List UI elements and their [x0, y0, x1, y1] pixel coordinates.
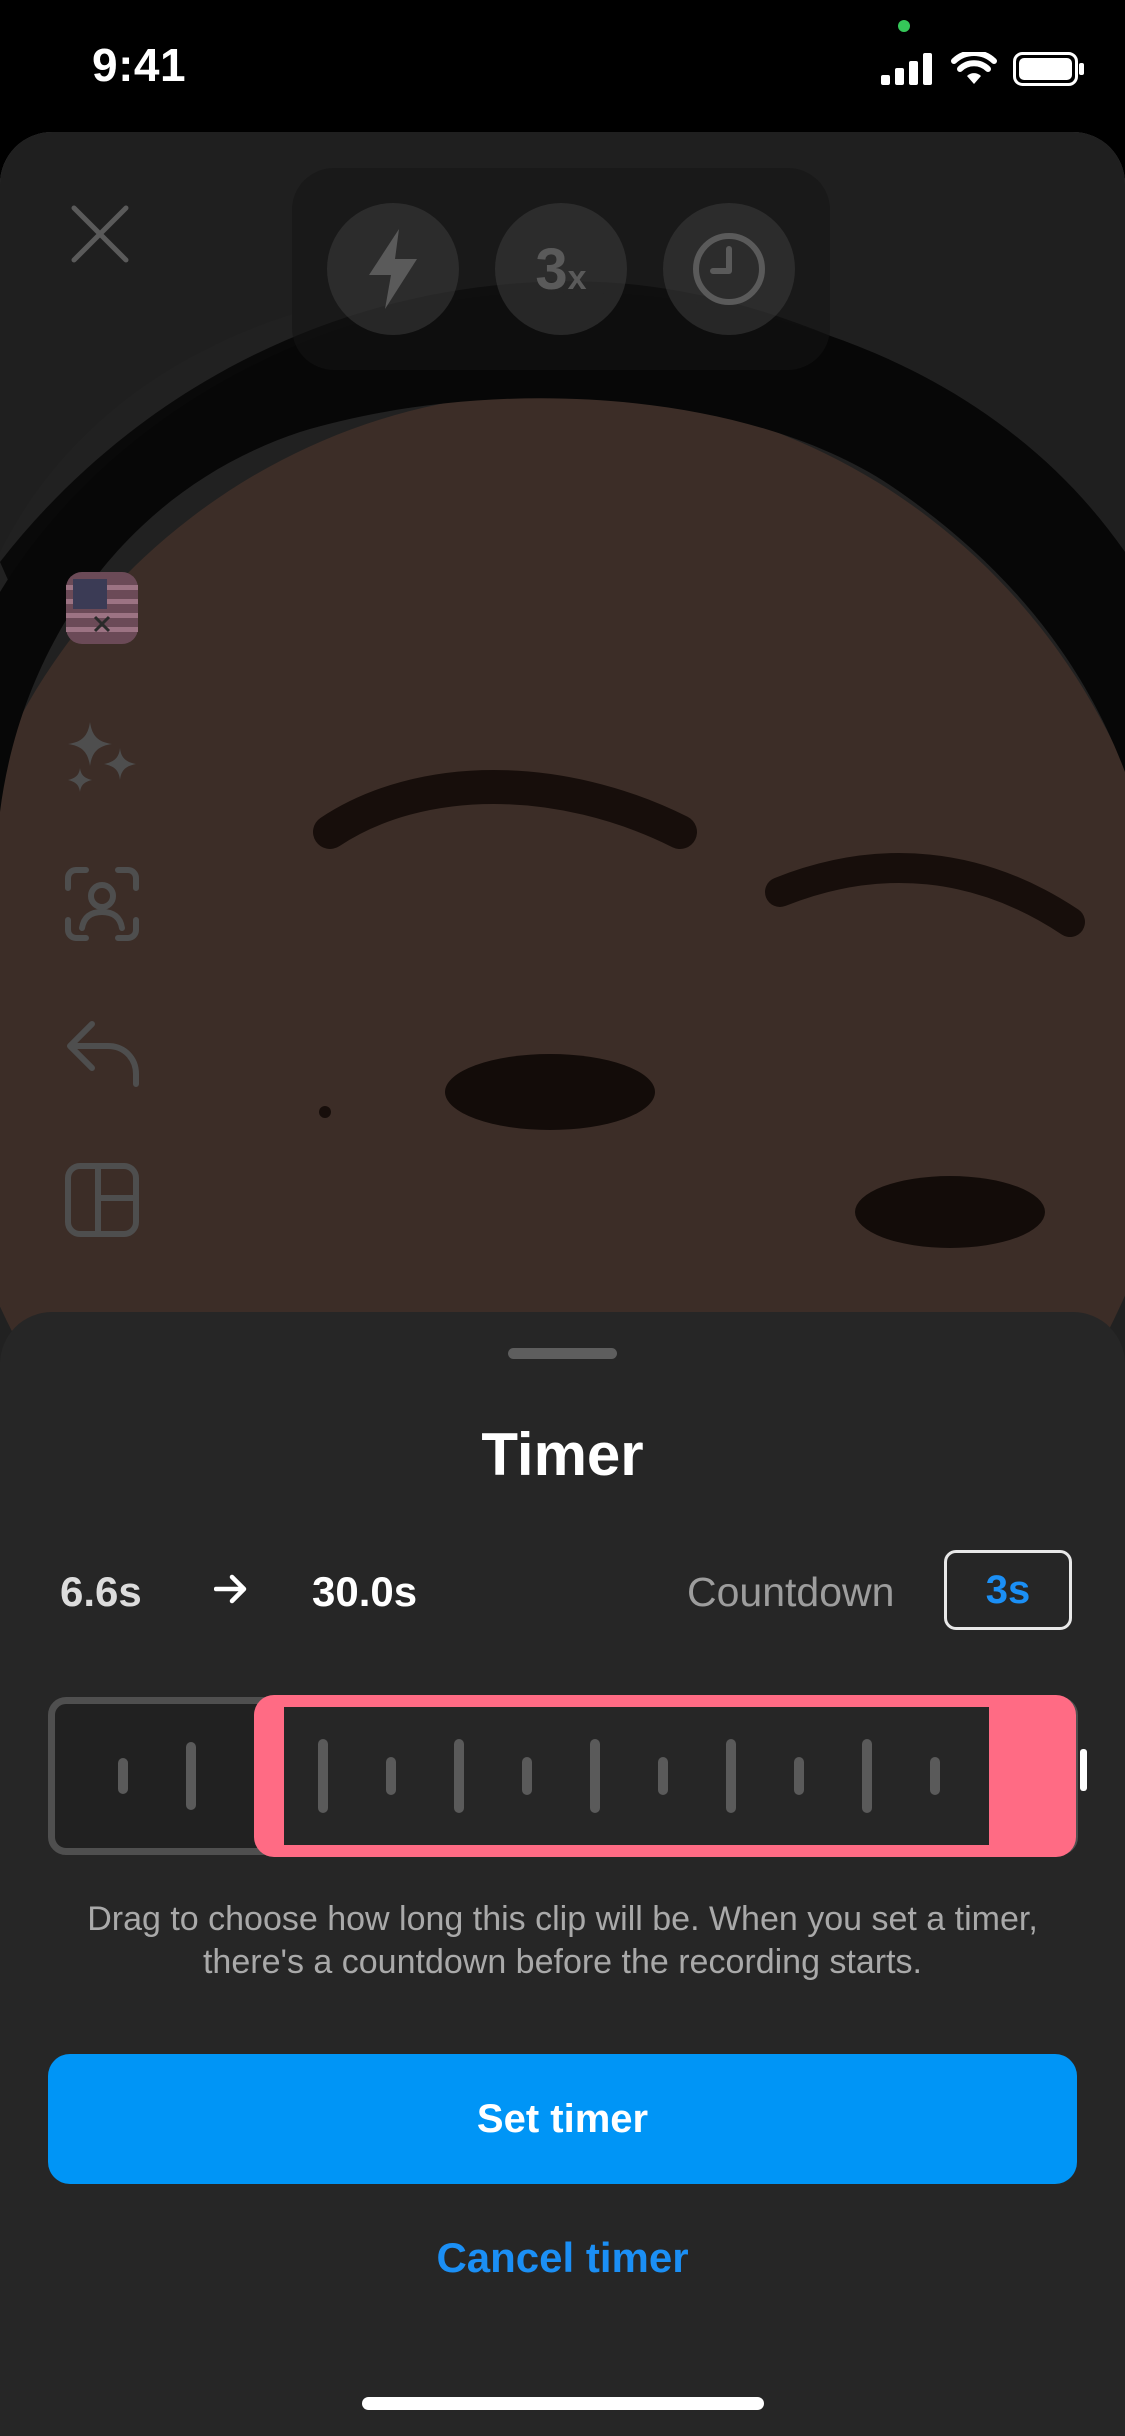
scrubber-tick [386, 1757, 396, 1795]
status-bar: 9:41 [0, 0, 1125, 135]
sheet-title: Timer [481, 1421, 644, 1488]
scrubber-tick [522, 1757, 532, 1795]
scrubber-tick [118, 1758, 128, 1794]
side-toolbar [64, 570, 140, 1238]
scrubber-tick [794, 1757, 804, 1795]
flash-button[interactable] [327, 203, 459, 335]
countdown-selector-button[interactable]: 3s [944, 1550, 1072, 1630]
scrubber-tick [658, 1757, 668, 1795]
undo-button[interactable] [64, 1014, 140, 1090]
clip-length-scrubber[interactable] [48, 1695, 1087, 1857]
clip-start-duration: 6.6s [60, 1568, 142, 1615]
scrubber-tick [726, 1739, 736, 1813]
timer-button[interactable] [663, 203, 795, 335]
scrubber-tick [590, 1739, 600, 1813]
green-screen-icon [65, 867, 139, 941]
sheet-grabber[interactable] [508, 1348, 617, 1359]
status-icons [881, 52, 1085, 86]
scrubber-tick [318, 1739, 328, 1813]
battery-icon [1013, 52, 1084, 86]
layout-button[interactable] [64, 1162, 140, 1238]
home-indicator [362, 2397, 764, 2410]
helper-text: Drag to choose how long this clip will b… [87, 1900, 1038, 1981]
cancel-timer-button[interactable]: Cancel timer [0, 2234, 1125, 2282]
scrubber-tick [930, 1757, 940, 1795]
green-screen-button[interactable] [64, 866, 140, 942]
scrubber-tick [186, 1742, 196, 1810]
speed-label: 3x [535, 236, 587, 302]
flash-icon [369, 229, 417, 309]
clip-end-duration: 30.0s [312, 1568, 418, 1615]
layout-icon [65, 1163, 139, 1237]
effects-sparkle-icon [68, 722, 136, 792]
status-time: 9:41 [92, 39, 187, 91]
camera-top-controls: 3x [292, 168, 830, 370]
countdown-label: Countdown [687, 1569, 895, 1615]
close-icon[interactable] [68, 202, 132, 266]
wifi-icon [951, 52, 997, 84]
selected-range-window [284, 1707, 989, 1845]
clock-icon [693, 233, 765, 305]
arrow-right-icon [214, 1574, 247, 1604]
speed-button[interactable]: 3x [495, 203, 627, 335]
timer-bottom-sheet: Timer 6.6s 30.0s Countdown 3s Drag to ch… [0, 1312, 1125, 2436]
cellular-signal-icon [881, 53, 932, 85]
scrubber-end-handle[interactable] [1080, 1749, 1087, 1791]
flag-filter-button[interactable] [64, 570, 140, 646]
selected-range[interactable] [254, 1695, 1076, 1857]
camera-preview: 3x [0, 132, 1125, 1372]
set-timer-button[interactable]: Set timer [48, 2054, 1077, 2184]
camera-in-use-indicator [898, 20, 910, 32]
scrubber-tick [454, 1739, 464, 1813]
flag-filter-icon [66, 572, 138, 644]
undo-icon [67, 1021, 139, 1087]
effects-button[interactable] [64, 718, 140, 794]
scrubber-tick [862, 1739, 872, 1813]
